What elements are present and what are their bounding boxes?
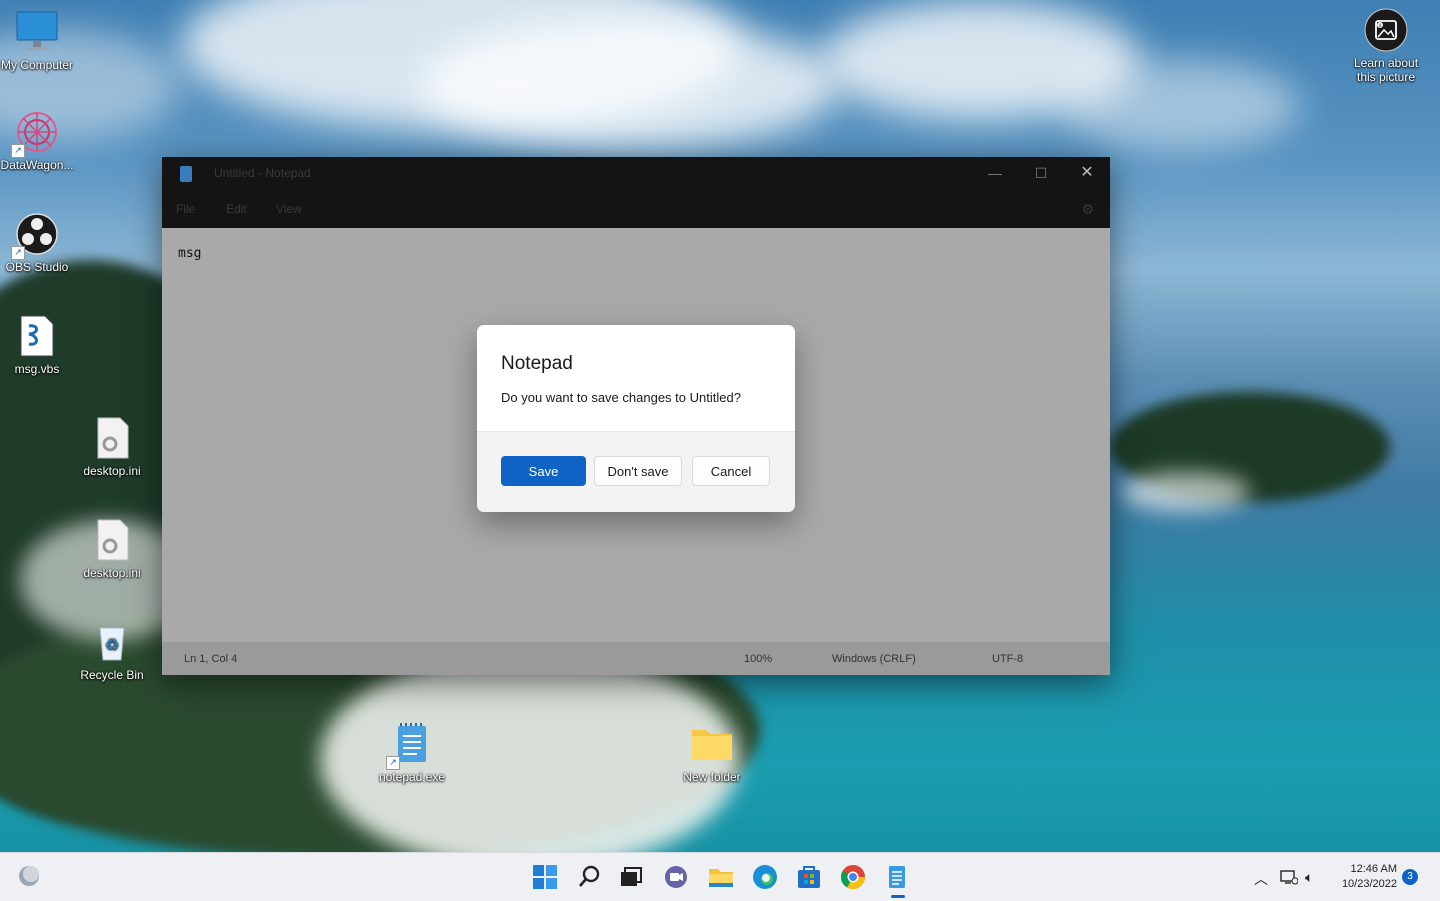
menu-edit[interactable]: Edit — [226, 202, 247, 216]
close-button[interactable]: ✕ — [1064, 157, 1110, 191]
monitor-icon — [15, 10, 59, 54]
svg-text:i: i — [1379, 23, 1380, 29]
edge-browser-icon[interactable] — [751, 863, 779, 891]
line-ending: Windows (CRLF) — [832, 653, 916, 665]
desktop-icon-label: notepad.exe — [378, 770, 446, 784]
search-icon[interactable] — [576, 863, 604, 891]
dialog-footer: Save Don't save Cancel — [477, 431, 795, 512]
volume-icon[interactable]: 🔈︎ — [1305, 869, 1313, 886]
clock-time: 12:46 AM — [1350, 863, 1397, 875]
settings-file-icon — [90, 518, 134, 562]
task-view-icon[interactable] — [617, 863, 645, 891]
microsoft-store-icon[interactable] — [795, 863, 823, 891]
editor-content: msg — [178, 246, 202, 261]
zoom-level: 100% — [744, 653, 773, 665]
settings-file-icon — [90, 416, 134, 460]
desktop-icon-desktop-ini-2[interactable]: desktop.ini — [73, 518, 151, 580]
status-bar: Ln 1, Col 4 100% Windows (CRLF) UTF-8 — [162, 642, 1110, 675]
widgets-icon[interactable] — [16, 863, 44, 891]
save-changes-dialog: Notepad Do you want to save changes to U… — [477, 325, 795, 512]
notepad-app-icon — [180, 166, 192, 182]
show-hidden-icons-chevron-up-icon[interactable]: ︿ — [1254, 869, 1268, 889]
learn-about-picture-label: Learn about this picture — [1353, 56, 1419, 84]
desktop-icon-label: DataWagon... — [0, 158, 74, 172]
datawagon-icon: ↗ — [11, 110, 59, 158]
desktop-icon-label: desktop.ini — [83, 566, 141, 580]
learn-about-picture[interactable]: i Learn about this picture — [1347, 8, 1425, 84]
menu-file[interactable]: File — [176, 202, 195, 216]
desktop-icon-label: My Computer — [0, 58, 74, 72]
window-title: Untitled - Notepad — [214, 166, 311, 180]
encoding: UTF-8 — [992, 653, 1024, 665]
desktop-icon-label: New folder — [683, 770, 741, 784]
clock-date: 10/23/2022 — [1341, 878, 1397, 890]
desktop-icon-new-folder[interactable]: New folder — [673, 722, 751, 784]
shortcut-arrow-icon: ↗ — [386, 756, 400, 770]
clock[interactable]: 12:46 AM 10/23/2022 — [1342, 862, 1397, 892]
gear-icon[interactable]: ⚙ — [1081, 201, 1094, 218]
desktop-icon-label: OBS Studio — [5, 260, 69, 274]
desktop-icon-my-computer[interactable]: My Computer — [0, 10, 76, 72]
save-button[interactable]: Save — [501, 456, 586, 486]
desktop-icon-obs-studio[interactable]: ↗ OBS Studio — [0, 212, 76, 274]
menu-bar: File Edit View ⚙ — [162, 191, 1110, 228]
dialog-title: Notepad — [501, 353, 573, 374]
taskbar: ︿ 🔈︎ 12:46 AM 10/23/2022 3 — [0, 852, 1440, 901]
desktop-icon-recycle-bin[interactable]: ♻ Recycle Bin — [73, 620, 151, 682]
notepad-titlebar[interactable]: Untitled - Notepad — ☐ ✕ — [162, 157, 1110, 191]
active-app-indicator — [891, 895, 905, 898]
desktop-icon-datawagon[interactable]: ↗ DataWagon... — [0, 110, 76, 172]
dialog-message: Do you want to save changes to Untitled? — [501, 390, 741, 405]
notepad-taskbar-icon[interactable] — [883, 863, 911, 891]
desktop-icon-msg-vbs[interactable]: msg.vbs — [0, 314, 76, 376]
desktop-icon-desktop-ini-1[interactable]: desktop.ini — [73, 416, 151, 478]
learn-about-picture-icon: i — [1364, 8, 1408, 52]
shortcut-arrow-icon: ↗ — [11, 246, 25, 260]
minimize-button[interactable]: — — [972, 157, 1018, 191]
notification-badge[interactable]: 3 — [1402, 869, 1418, 885]
menu-view[interactable]: View — [276, 202, 302, 216]
recycle-bin-icon: ♻ — [90, 620, 134, 664]
folder-icon — [690, 722, 734, 766]
notepad-icon: ↗ — [386, 722, 434, 770]
maximize-button[interactable]: ☐ — [1018, 157, 1064, 191]
shortcut-arrow-icon: ↗ — [11, 144, 25, 158]
file-explorer-icon[interactable] — [707, 863, 735, 891]
network-icon[interactable] — [1280, 869, 1299, 888]
cursor-position: Ln 1, Col 4 — [184, 653, 238, 665]
desktop-icon-notepad-exe[interactable]: ↗ notepad.exe — [373, 722, 451, 784]
svg-text:♻: ♻ — [105, 637, 119, 654]
start-button[interactable] — [531, 863, 559, 891]
script-file-icon — [15, 314, 59, 358]
desktop-icon-label: Recycle Bin — [80, 668, 144, 682]
dont-save-button[interactable]: Don't save — [594, 456, 682, 486]
desktop-icon-label: msg.vbs — [14, 362, 60, 376]
cancel-button[interactable]: Cancel — [692, 456, 770, 486]
desktop-icon-label: desktop.ini — [83, 464, 141, 478]
obs-icon: ↗ — [11, 212, 59, 260]
chrome-browser-icon[interactable] — [839, 863, 867, 891]
chat-icon[interactable] — [662, 863, 690, 891]
